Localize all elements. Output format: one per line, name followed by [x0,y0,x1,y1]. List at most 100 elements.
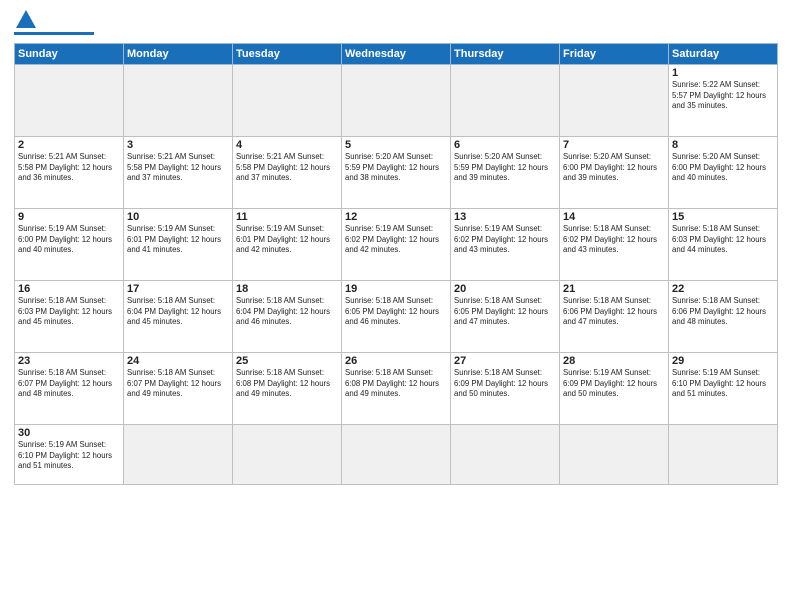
calendar-day-cell: 23Sunrise: 5:18 AM Sunset: 6:07 PM Dayli… [15,353,124,425]
day-number: 3 [127,139,229,151]
day-info: Sunrise: 5:18 AM Sunset: 6:08 PM Dayligh… [345,368,447,400]
page: SundayMondayTuesdayWednesdayThursdayFrid… [0,0,792,612]
weekday-header-cell: Saturday [669,44,778,65]
day-number: 5 [345,139,447,151]
day-number: 1 [672,67,774,79]
calendar-day-cell [233,425,342,485]
day-number: 18 [236,283,338,295]
day-number: 13 [454,211,556,223]
calendar-day-cell: 6Sunrise: 5:20 AM Sunset: 5:59 PM Daylig… [451,137,560,209]
day-number: 4 [236,139,338,151]
day-info: Sunrise: 5:19 AM Sunset: 6:00 PM Dayligh… [18,224,120,256]
calendar-body: 1Sunrise: 5:22 AM Sunset: 5:57 PM Daylig… [15,65,778,485]
day-number: 19 [345,283,447,295]
day-info: Sunrise: 5:19 AM Sunset: 6:02 PM Dayligh… [454,224,556,256]
day-info: Sunrise: 5:18 AM Sunset: 6:06 PM Dayligh… [563,296,665,328]
day-number: 21 [563,283,665,295]
logo [14,10,94,35]
day-info: Sunrise: 5:18 AM Sunset: 6:02 PM Dayligh… [563,224,665,256]
calendar-day-cell [560,425,669,485]
day-info: Sunrise: 5:18 AM Sunset: 6:08 PM Dayligh… [236,368,338,400]
calendar-day-cell: 14Sunrise: 5:18 AM Sunset: 6:02 PM Dayli… [560,209,669,281]
day-number: 30 [18,427,120,439]
day-info: Sunrise: 5:18 AM Sunset: 6:07 PM Dayligh… [127,368,229,400]
day-info: Sunrise: 5:21 AM Sunset: 5:58 PM Dayligh… [127,152,229,184]
day-number: 11 [236,211,338,223]
day-info: Sunrise: 5:19 AM Sunset: 6:01 PM Dayligh… [236,224,338,256]
calendar-day-cell: 5Sunrise: 5:20 AM Sunset: 5:59 PM Daylig… [342,137,451,209]
day-info: Sunrise: 5:19 AM Sunset: 6:02 PM Dayligh… [345,224,447,256]
day-number: 23 [18,355,120,367]
day-number: 28 [563,355,665,367]
calendar-day-cell: 28Sunrise: 5:19 AM Sunset: 6:09 PM Dayli… [560,353,669,425]
weekday-header-cell: Friday [560,44,669,65]
calendar-day-cell: 29Sunrise: 5:19 AM Sunset: 6:10 PM Dayli… [669,353,778,425]
day-info: Sunrise: 5:18 AM Sunset: 6:04 PM Dayligh… [127,296,229,328]
weekday-header-row: SundayMondayTuesdayWednesdayThursdayFrid… [15,44,778,65]
weekday-header-cell: Sunday [15,44,124,65]
calendar-day-cell [124,425,233,485]
calendar-day-cell: 7Sunrise: 5:20 AM Sunset: 6:00 PM Daylig… [560,137,669,209]
calendar-day-cell [15,65,124,137]
day-info: Sunrise: 5:19 AM Sunset: 6:10 PM Dayligh… [18,440,120,472]
day-number: 7 [563,139,665,151]
calendar-day-cell: 24Sunrise: 5:18 AM Sunset: 6:07 PM Dayli… [124,353,233,425]
day-number: 12 [345,211,447,223]
calendar-week-row: 30Sunrise: 5:19 AM Sunset: 6:10 PM Dayli… [15,425,778,485]
day-number: 25 [236,355,338,367]
day-number: 8 [672,139,774,151]
day-number: 20 [454,283,556,295]
calendar-day-cell: 20Sunrise: 5:18 AM Sunset: 6:05 PM Dayli… [451,281,560,353]
weekday-header-cell: Wednesday [342,44,451,65]
day-info: Sunrise: 5:19 AM Sunset: 6:10 PM Dayligh… [672,368,774,400]
day-number: 15 [672,211,774,223]
weekday-header-cell: Tuesday [233,44,342,65]
calendar-table: SundayMondayTuesdayWednesdayThursdayFrid… [14,43,778,485]
day-info: Sunrise: 5:18 AM Sunset: 6:03 PM Dayligh… [18,296,120,328]
day-info: Sunrise: 5:21 AM Sunset: 5:58 PM Dayligh… [236,152,338,184]
day-number: 29 [672,355,774,367]
calendar-day-cell: 16Sunrise: 5:18 AM Sunset: 6:03 PM Dayli… [15,281,124,353]
day-info: Sunrise: 5:19 AM Sunset: 6:09 PM Dayligh… [563,368,665,400]
day-info: Sunrise: 5:18 AM Sunset: 6:09 PM Dayligh… [454,368,556,400]
calendar-day-cell [124,65,233,137]
calendar-day-cell: 13Sunrise: 5:19 AM Sunset: 6:02 PM Dayli… [451,209,560,281]
day-number: 14 [563,211,665,223]
calendar-day-cell: 26Sunrise: 5:18 AM Sunset: 6:08 PM Dayli… [342,353,451,425]
calendar-day-cell: 8Sunrise: 5:20 AM Sunset: 6:00 PM Daylig… [669,137,778,209]
calendar-day-cell [669,425,778,485]
day-info: Sunrise: 5:22 AM Sunset: 5:57 PM Dayligh… [672,80,774,112]
calendar-week-row: 9Sunrise: 5:19 AM Sunset: 6:00 PM Daylig… [15,209,778,281]
calendar-day-cell [451,65,560,137]
calendar-day-cell [560,65,669,137]
logo-line [14,32,94,35]
day-info: Sunrise: 5:18 AM Sunset: 6:05 PM Dayligh… [454,296,556,328]
calendar-day-cell: 11Sunrise: 5:19 AM Sunset: 6:01 PM Dayli… [233,209,342,281]
day-info: Sunrise: 5:18 AM Sunset: 6:06 PM Dayligh… [672,296,774,328]
calendar-week-row: 2Sunrise: 5:21 AM Sunset: 5:58 PM Daylig… [15,137,778,209]
calendar-day-cell [451,425,560,485]
day-number: 22 [672,283,774,295]
calendar-day-cell: 3Sunrise: 5:21 AM Sunset: 5:58 PM Daylig… [124,137,233,209]
calendar-day-cell: 9Sunrise: 5:19 AM Sunset: 6:00 PM Daylig… [15,209,124,281]
weekday-header-cell: Monday [124,44,233,65]
calendar-day-cell: 22Sunrise: 5:18 AM Sunset: 6:06 PM Dayli… [669,281,778,353]
day-number: 2 [18,139,120,151]
calendar-day-cell: 12Sunrise: 5:19 AM Sunset: 6:02 PM Dayli… [342,209,451,281]
day-info: Sunrise: 5:18 AM Sunset: 6:03 PM Dayligh… [672,224,774,256]
day-info: Sunrise: 5:20 AM Sunset: 6:00 PM Dayligh… [672,152,774,184]
calendar-day-cell: 2Sunrise: 5:21 AM Sunset: 5:58 PM Daylig… [15,137,124,209]
day-info: Sunrise: 5:18 AM Sunset: 6:07 PM Dayligh… [18,368,120,400]
calendar-day-cell: 4Sunrise: 5:21 AM Sunset: 5:58 PM Daylig… [233,137,342,209]
calendar-day-cell: 19Sunrise: 5:18 AM Sunset: 6:05 PM Dayli… [342,281,451,353]
calendar-day-cell: 17Sunrise: 5:18 AM Sunset: 6:04 PM Dayli… [124,281,233,353]
day-info: Sunrise: 5:18 AM Sunset: 6:04 PM Dayligh… [236,296,338,328]
day-number: 16 [18,283,120,295]
weekday-header-cell: Thursday [451,44,560,65]
calendar-week-row: 16Sunrise: 5:18 AM Sunset: 6:03 PM Dayli… [15,281,778,353]
day-info: Sunrise: 5:20 AM Sunset: 6:00 PM Dayligh… [563,152,665,184]
day-info: Sunrise: 5:21 AM Sunset: 5:58 PM Dayligh… [18,152,120,184]
day-info: Sunrise: 5:20 AM Sunset: 5:59 PM Dayligh… [454,152,556,184]
calendar-day-cell [233,65,342,137]
day-number: 9 [18,211,120,223]
